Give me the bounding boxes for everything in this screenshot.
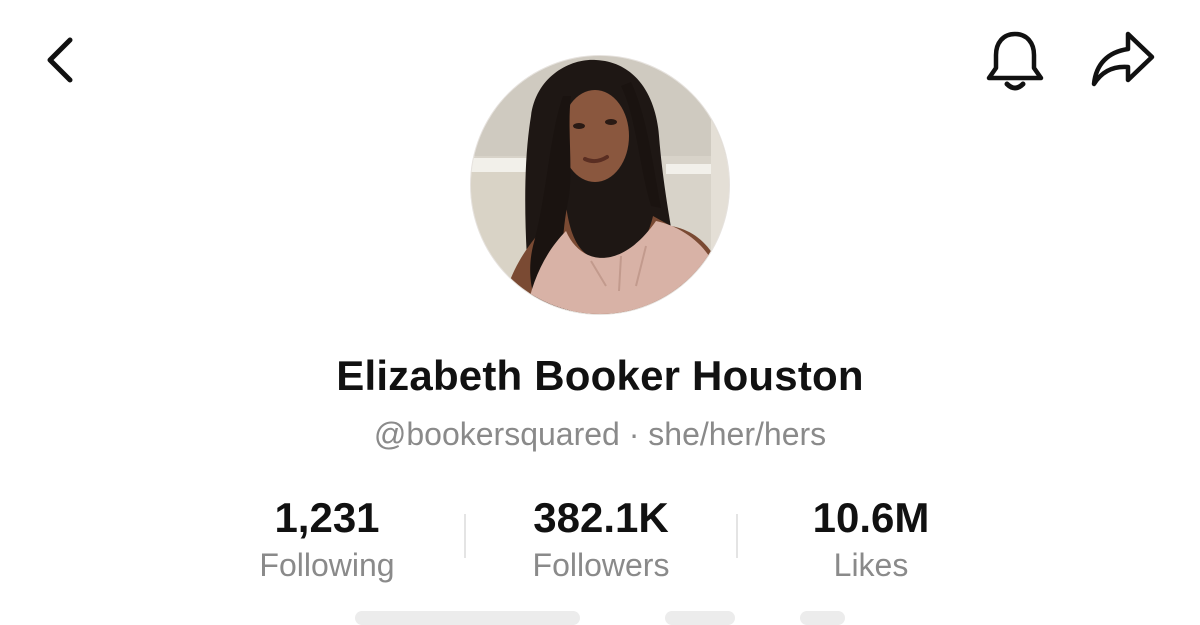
profile-avatar[interactable] <box>470 55 730 315</box>
avatar-photo <box>471 56 729 314</box>
share-arrow-icon <box>1091 31 1155 87</box>
action-button-edge[interactable] <box>355 611 580 625</box>
stat-divider <box>736 514 738 558</box>
stat-likes[interactable]: 10.6M Likes <box>756 492 986 586</box>
likes-count: 10.6M <box>812 494 930 541</box>
notification-button[interactable] <box>982 28 1048 94</box>
display-name: Elizabeth Booker Houston <box>336 352 864 399</box>
chevron-left-icon <box>47 37 73 83</box>
back-button[interactable] <box>38 34 86 86</box>
followers-label: Followers <box>532 547 670 583</box>
profile-stats: 1,231 Following 382.1K Followers 10.6M L… <box>0 492 1200 592</box>
following-count: 1,231 <box>274 494 380 541</box>
stat-divider <box>464 514 466 558</box>
action-button-edge[interactable] <box>800 611 845 625</box>
share-button[interactable] <box>1088 28 1158 90</box>
likes-label: Likes <box>833 547 909 583</box>
action-button-edge[interactable] <box>665 611 735 625</box>
username-and-pronouns: @bookersquared · she/her/hers <box>373 416 827 452</box>
following-label: Following <box>259 547 395 583</box>
bell-icon <box>986 31 1044 91</box>
stat-following[interactable]: 1,231 Following <box>212 492 442 586</box>
followers-count: 382.1K <box>533 494 669 541</box>
stat-followers[interactable]: 382.1K Followers <box>486 492 716 586</box>
